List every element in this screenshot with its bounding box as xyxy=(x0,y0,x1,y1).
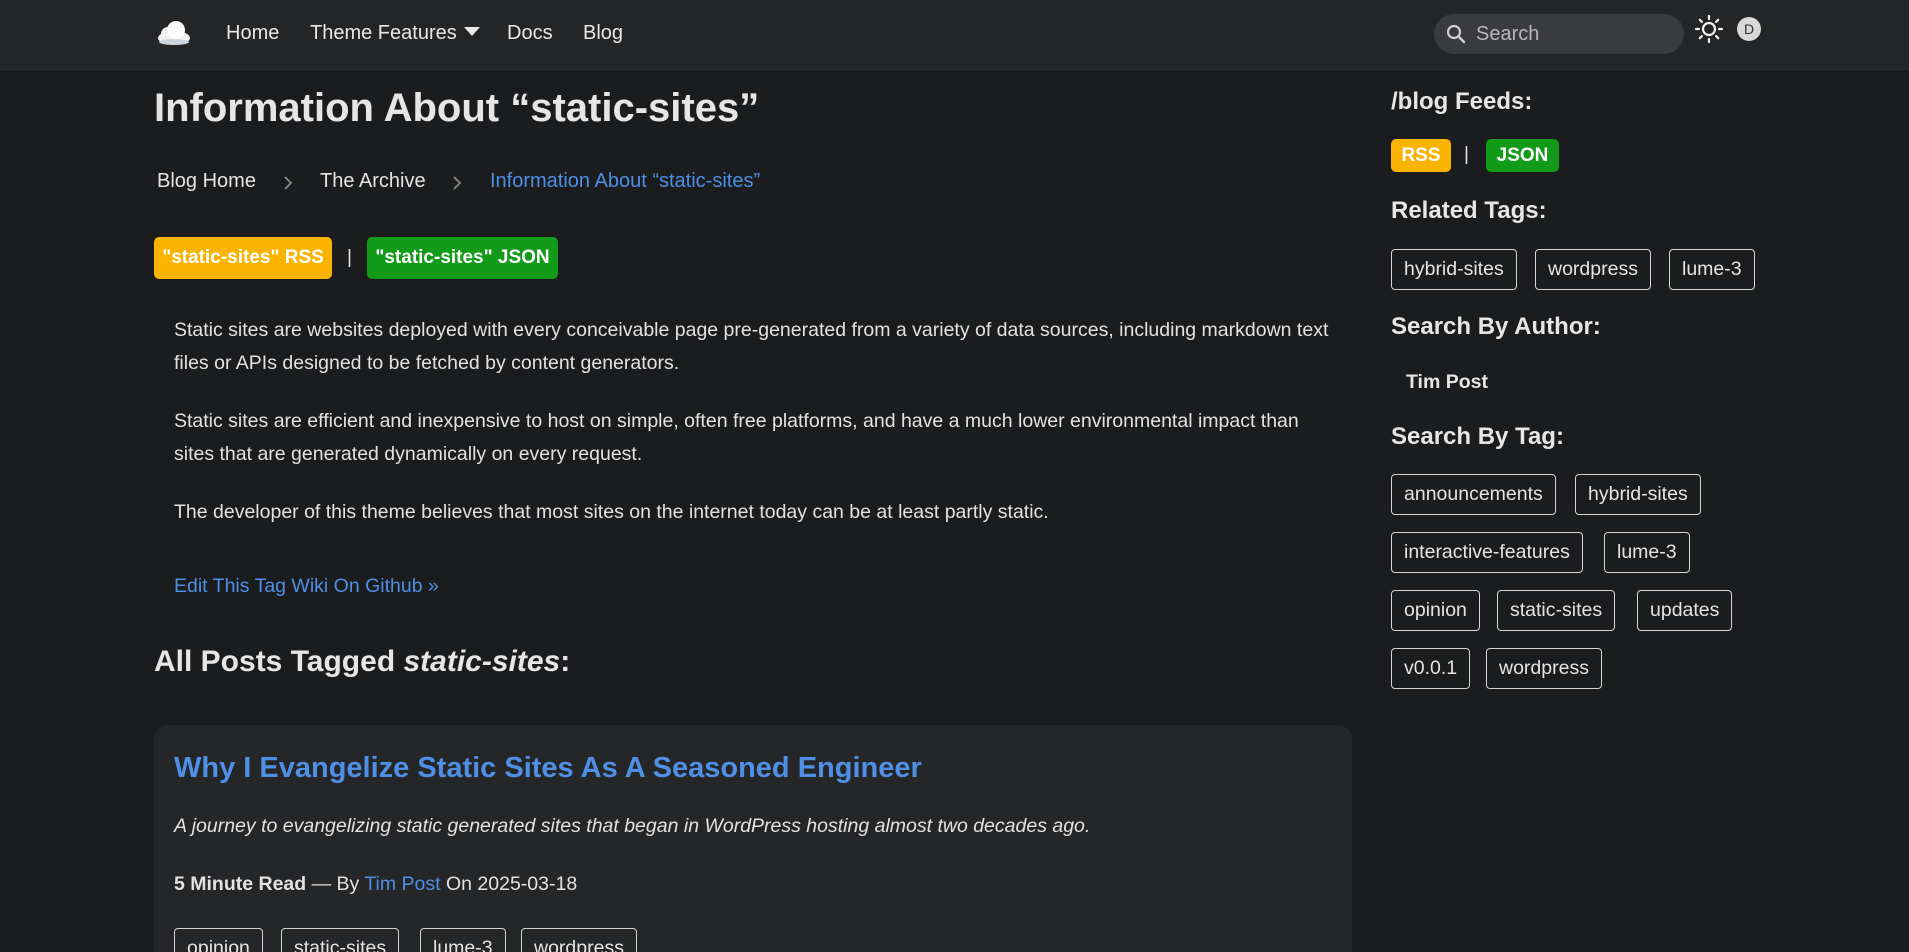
all-posts-tag: static-sites xyxy=(403,645,561,678)
post-read-time: 5 Minute Read xyxy=(174,873,307,895)
all-posts-prefix: All Posts Tagged xyxy=(154,645,404,678)
related-tag[interactable]: hybrid-sites xyxy=(1391,249,1517,290)
search-box[interactable] xyxy=(1434,14,1684,54)
post-date: On 2025-03-18 xyxy=(440,873,578,895)
sidebar-tag[interactable]: updates xyxy=(1637,590,1733,631)
post-tag[interactable]: opinion xyxy=(174,928,263,952)
search-input[interactable] xyxy=(1476,22,1666,46)
related-tag[interactable]: lume-3 xyxy=(1669,249,1755,290)
post-card: Why I Evangelize Static Sites As A Seaso… xyxy=(154,725,1352,952)
sun-icon[interactable] xyxy=(1694,15,1724,45)
sidebar-tag[interactable]: hybrid-sites xyxy=(1575,474,1701,515)
post-tag[interactable]: lume-3 xyxy=(420,928,506,952)
breadcrumb-current: Information About “static-sites” xyxy=(490,170,761,192)
author-link[interactable]: Tim Post xyxy=(1406,371,1488,394)
top-navbar: Home Theme Features Docs Blog D xyxy=(0,0,1909,70)
post-tag[interactable]: wordpress xyxy=(521,928,637,952)
feed-separator: | xyxy=(347,247,352,268)
nav-docs[interactable]: Docs xyxy=(507,20,553,46)
post-meta: 5 Minute Read — By Tim Post On 2025-03-1… xyxy=(174,873,577,896)
related-tag[interactable]: wordpress xyxy=(1535,249,1651,290)
chevron-right-icon xyxy=(453,176,462,190)
nav-blog[interactable]: Blog xyxy=(583,20,623,46)
all-posts-suffix: : xyxy=(560,645,571,678)
nav-home[interactable]: Home xyxy=(226,20,279,46)
avatar[interactable]: D xyxy=(1737,17,1761,41)
nav-theme-features-label: Theme Features xyxy=(310,22,457,44)
breadcrumb-archive[interactable]: The Archive xyxy=(320,170,426,193)
description-paragraph: Static sites are efficient and inexpensi… xyxy=(174,410,1299,465)
blog-json-button[interactable]: JSON xyxy=(1486,139,1559,172)
sidebar-tag[interactable]: opinion xyxy=(1391,590,1480,631)
sidebar-tag[interactable]: announcements xyxy=(1391,474,1556,515)
tag-rss-button[interactable]: "static-sites" RSS xyxy=(154,237,332,279)
blog-feeds-heading: /blog Feeds: xyxy=(1391,88,1533,115)
post-tag[interactable]: static-sites xyxy=(281,928,400,952)
feed-separator: | xyxy=(1464,144,1469,165)
nav-theme-features[interactable]: Theme Features xyxy=(310,20,480,46)
breadcrumb-blog-home[interactable]: Blog Home xyxy=(157,170,256,193)
sidebar-tag[interactable]: static-sites xyxy=(1497,590,1616,631)
sidebar-tag[interactable]: interactive-features xyxy=(1391,532,1583,573)
blog-rss-button[interactable]: RSS xyxy=(1391,139,1451,172)
chevron-down-icon xyxy=(463,27,480,37)
search-by-author-heading: Search By Author: xyxy=(1391,313,1601,340)
related-tags-heading: Related Tags: xyxy=(1391,197,1547,224)
sidebar-tag[interactable]: v0.0.1 xyxy=(1391,648,1471,689)
sidebar-tag[interactable]: lume-3 xyxy=(1604,532,1690,573)
post-excerpt: A journey to evangelizing static generat… xyxy=(174,815,1091,837)
description-paragraph: Static sites are websites deployed with … xyxy=(174,319,1329,374)
cloud-icon[interactable] xyxy=(154,14,192,52)
post-author-link[interactable]: Tim Post xyxy=(364,873,440,895)
chevron-right-icon xyxy=(284,176,293,190)
sidebar-tag[interactable]: wordpress xyxy=(1486,648,1602,689)
edit-wiki-link[interactable]: Edit This Tag Wiki On Github » xyxy=(174,575,439,598)
all-posts-heading: All Posts Tagged static-sites: xyxy=(154,645,570,679)
post-by: — By xyxy=(306,873,365,895)
search-by-tag-heading: Search By Tag: xyxy=(1391,423,1564,450)
post-title-link[interactable]: Why I Evangelize Static Sites As A Seaso… xyxy=(174,752,922,785)
search-icon xyxy=(1446,24,1466,44)
tag-json-button[interactable]: "static-sites" JSON xyxy=(367,237,558,279)
page-title: Information About “static-sites” xyxy=(154,86,760,130)
description-paragraph: The developer of this theme believes tha… xyxy=(174,501,1049,523)
